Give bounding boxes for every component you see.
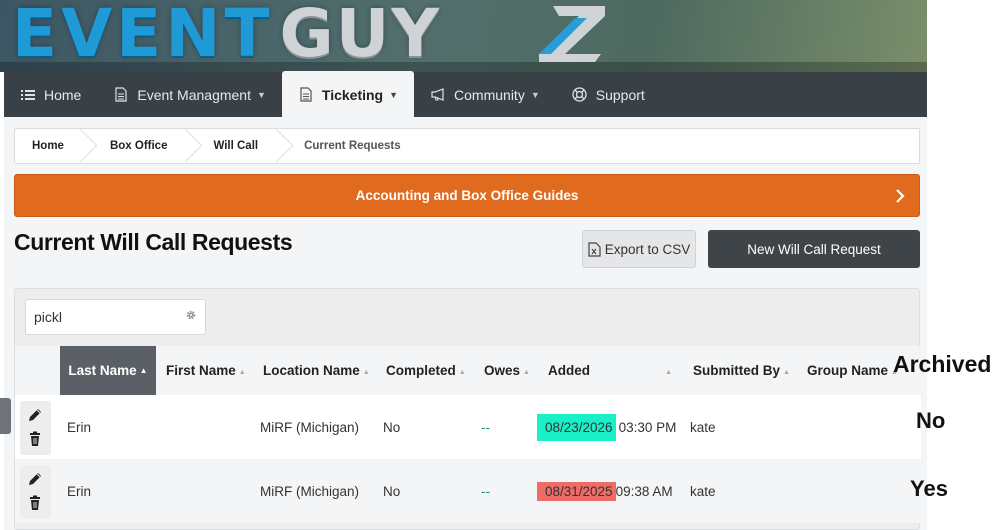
cell-last-name: Erin [67,483,92,499]
guides-banner-label: Accounting and Box Office Guides [355,188,579,203]
column-owes-label: Owes [484,363,521,378]
sort-icon: ▲ [783,368,790,376]
side-collapse-handle[interactable] [0,398,11,434]
breadcrumb-will-call[interactable]: Will Call [191,129,282,163]
nav-support[interactable]: Support [556,72,661,117]
lifebuoy-icon [572,87,588,103]
sort-icon: ▲ [523,368,530,376]
column-owes[interactable]: Owes ▲ [484,346,530,395]
column-first-name[interactable]: First Name ▲ [166,346,246,395]
breadcrumb-box-office[interactable]: Box Office [86,129,192,163]
guides-banner-link[interactable]: Accounting and Box Office Guides [14,174,920,217]
added-date-highlight: 08/31/2025 [537,481,616,501]
column-group-name[interactable]: Group Name ▲ [807,346,898,395]
column-archived-header: Archived [893,351,992,377]
gear-icon[interactable] [185,309,197,321]
cell-owes: -- [481,483,490,499]
csv-file-icon [588,241,601,257]
caret-down-icon: ▼ [389,89,399,100]
list-icon [20,87,36,103]
caret-down-icon: ▼ [256,89,266,100]
document-icon [113,87,129,103]
cell-completed: No [383,483,401,499]
column-added-label: Added [548,363,590,378]
column-completed-label: Completed [386,363,456,378]
main-nav: Home Event Managment ▼ Ticketing ▼ Commu… [4,71,927,118]
column-last-name[interactable]: Last Name ▲ [60,346,156,395]
cell-added: 08/23/2026 03:30 PM [537,395,676,459]
breadcrumb: Home Box Office Will Call Current Reques… [14,128,920,164]
cell-owes: -- [481,419,490,435]
cell-location: MiRF (Michigan) [260,483,360,499]
added-date-highlight: 08/23/2026 [537,413,616,441]
sort-icon: ▲ [362,368,370,376]
column-location-name-label: Location Name [263,363,360,378]
column-group-name-label: Group Name [807,363,889,378]
breadcrumb-home[interactable]: Home [15,129,86,163]
search-input[interactable] [26,300,176,334]
table-row: Erin MiRF (Michigan) No -- 08/23/2026 03… [15,395,921,459]
breadcrumb-current-label: Current Requests [304,140,401,152]
export-csv-button[interactable]: Export to CSV [582,230,696,268]
document-icon [298,87,314,103]
breadcrumb-home-label: Home [32,140,64,152]
column-first-name-label: First Name [166,363,236,378]
new-will-call-label: New Will Call Request [747,241,881,257]
megaphone-icon [430,87,446,103]
nav-community-label: Community [454,86,525,103]
breadcrumb-will-call-label: Will Call [213,140,259,152]
cell-location: MiRF (Michigan) [260,419,360,435]
site-banner: EVENT GUY [0,0,927,72]
page-title: Current Will Call Requests [14,229,293,255]
added-time: 03:30 PM [618,419,677,435]
column-submitted-by[interactable]: Submitted By ▲ [693,346,790,395]
column-last-name-label: Last Name [68,363,137,378]
content-area: Home Box Office Will Call Current Reques… [4,117,927,530]
nav-ticketing[interactable]: Ticketing ▼ [281,71,415,118]
new-will-call-button[interactable]: New Will Call Request [708,230,920,268]
nav-home-label: Home [44,86,82,103]
delete-trash-icon[interactable] [27,431,43,447]
cell-last-name: Erin [67,419,92,435]
table-row: Erin MiRF (Michigan) No -- 08/31/2025 09… [15,459,921,523]
row-actions [20,465,51,519]
cell-submitted-by: kate [690,483,716,499]
nav-event-management-label: Event Managment [137,86,251,103]
site-logo[interactable]: EVENT GUY [12,0,441,70]
nav-event-management[interactable]: Event Managment ▼ [97,72,282,117]
column-location-name[interactable]: Location Name ▲ [263,346,370,395]
chevron-right-icon [896,189,905,203]
sort-icon: ▲ [458,368,466,376]
nav-ticketing-label: Ticketing [321,86,384,103]
row-actions [20,401,51,455]
breadcrumb-box-office-label: Box Office [109,140,168,152]
column-submitted-by-label: Submitted By [693,363,781,378]
cell-archived: Yes [910,476,948,501]
requests-table-panel: Last Name▲ First Name▲ Location Name▲ Co… [14,288,921,530]
edit-pencil-icon[interactable] [27,407,43,423]
caret-down-icon: ▼ [530,89,540,100]
column-completed[interactable]: Completed ▲ [386,346,466,395]
logo-z-mark [539,6,605,62]
sort-icon: ▲ [238,368,246,376]
cell-completed: No [383,419,401,435]
nav-community[interactable]: Community ▼ [414,72,556,117]
export-csv-label: Export to CSV [604,241,691,257]
nav-home[interactable]: Home [4,72,97,117]
sort-asc-icon: ▲ [139,366,148,375]
added-time: 09:38 AM [615,483,673,499]
logo-event-text: EVENT [12,0,274,72]
delete-trash-icon[interactable] [27,495,43,511]
cell-submitted-by: kate [690,419,716,435]
sort-icon: ▲ [665,368,672,376]
cell-added: 08/31/2025 09:38 AM [537,459,673,523]
breadcrumb-current-requests: Current Requests [282,129,419,163]
edit-pencil-icon[interactable] [27,471,43,487]
nav-support-label: Support [595,86,645,103]
column-added[interactable]: Added ▲ [548,346,672,395]
cell-archived: No [916,408,946,433]
search-box [25,299,206,335]
table-header: Last Name ▲ First Name ▲ Location Name ▲ Co… [15,346,921,395]
logo-guy-text: GUY [279,0,442,72]
